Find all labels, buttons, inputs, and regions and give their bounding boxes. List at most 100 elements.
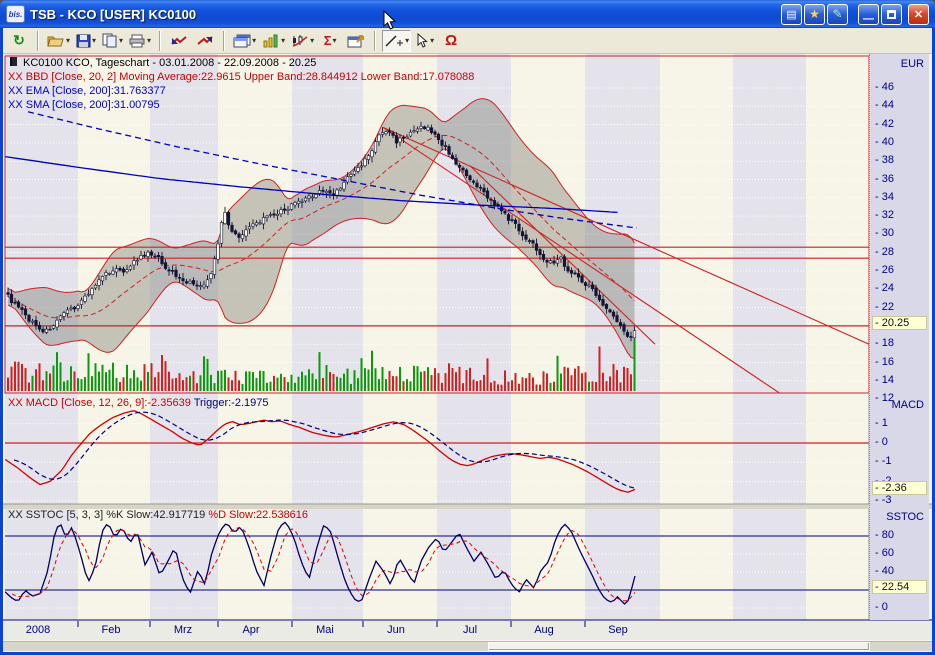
axis-tick-label: - 28: [875, 245, 894, 258]
toolbar: ↻ ▾ ▾ ▾ ▾ ▾ ▾ ▾ Σ ▾ ▾ ▾ Ω: [3, 28, 932, 54]
axis-tick-label: - 1: [875, 416, 888, 429]
app-icon: bis.: [6, 5, 25, 23]
print-button[interactable]: ▾: [127, 30, 153, 52]
month-label: Aug: [534, 624, 554, 636]
month-label: Mai: [316, 624, 334, 636]
pointer-button[interactable]: ▾: [413, 30, 437, 52]
pointer-icon: [417, 33, 428, 48]
axis-tick-label: - 12: [875, 392, 894, 405]
refresh-icon: ↻: [13, 32, 25, 48]
chart-forward-button[interactable]: [193, 30, 217, 52]
chart-canvas: [3, 54, 932, 640]
close-icon: ✕: [913, 8, 924, 21]
window-title: TSB - KCO [USER] KC0100: [30, 6, 197, 22]
horizontal-scrollbar[interactable]: [3, 641, 932, 651]
pencil-icon: ✎: [832, 7, 843, 21]
axis-tick-label: - -3: [875, 493, 892, 506]
value-axis-column: EUR MACD SSTOC - 46 - 44 - 42 - 40 - 38 - 36 -…: [869, 54, 929, 620]
minimize-button[interactable]: —: [858, 3, 879, 25]
line-tool-icon: [385, 34, 404, 47]
series-icon: [10, 57, 17, 66]
current-price-badge: - 20.25: [872, 315, 927, 330]
layout-button[interactable]: ▾: [231, 30, 258, 52]
chart-back-icon: [171, 36, 187, 45]
month-label: Mrz: [173, 624, 193, 636]
indicators-button[interactable]: ▾: [289, 30, 316, 52]
magnet-icon: Ω: [445, 32, 458, 49]
main-legend-title[interactable]: KC0100 KCO, Tageschart - 03.01.2008 - 22…: [10, 57, 316, 70]
sstoc-legend[interactable]: XX SSTOC [5, 3, 3] %K Slow:42.917719 %D …: [8, 509, 308, 522]
axis-tick-label: - 40: [875, 565, 894, 577]
dropdown-icon: ▾: [147, 36, 152, 45]
dropdown-icon: ▾: [119, 36, 124, 45]
dropdown-icon: ▾: [281, 36, 286, 45]
save-icon: [76, 34, 91, 47]
sstoc-legend-d: %D Slow:22.538616: [208, 509, 309, 521]
save-button[interactable]: ▾: [74, 30, 98, 52]
axis-tick-label: - 42: [875, 117, 894, 130]
sstoc-axis-header: SSTOC: [886, 511, 924, 523]
favorites-button[interactable]: ★: [804, 3, 825, 25]
copy-button[interactable]: ▾: [100, 30, 125, 52]
minimize-icon: —: [863, 12, 874, 25]
axis-tick-label: - 0: [875, 436, 888, 448]
panels-button[interactable]: ▤: [781, 3, 802, 25]
axis-tick-label: - 80: [875, 529, 894, 541]
macd-legend-trigger: Trigger:-2.1975: [193, 397, 269, 409]
toolbar-separator: [374, 30, 377, 51]
chart-forward-icon: [197, 36, 213, 45]
copy-icon: [102, 33, 117, 48]
titlebar[interactable]: bis. TSB - KCO [USER] KC0100 ▤ ★ ✎ — ✕: [0, 0, 935, 28]
dropdown-icon: ▾: [252, 36, 257, 45]
main-legend-sma[interactable]: XX SMA [Close, 200]:31.00795: [8, 99, 160, 112]
scrollbar-thumb[interactable]: [488, 642, 870, 651]
current-macd-badge: - -2.36: [872, 480, 927, 495]
maximize-icon: [887, 9, 896, 19]
axis-tick-label: - 34: [875, 190, 894, 203]
properties-icon: [347, 34, 365, 47]
line-tool-button[interactable]: ▾: [382, 29, 412, 52]
chart-back-button[interactable]: [167, 30, 191, 52]
dropdown-icon: ▾: [405, 36, 410, 45]
axis-tick-label: - 26: [875, 264, 894, 276]
maximize-button[interactable]: [881, 3, 902, 25]
price-axis-header: EUR: [900, 58, 924, 70]
dropdown-icon: ▾: [310, 36, 315, 45]
periods-button[interactable]: ▾: [260, 30, 287, 52]
macd-axis-header: MACD: [891, 399, 924, 411]
open-button[interactable]: ▾: [45, 30, 72, 52]
dropdown-icon: ▾: [92, 36, 97, 45]
month-label: Jul: [462, 624, 478, 636]
month-label: Jun: [387, 624, 405, 636]
star-icon: ★: [809, 7, 820, 21]
axis-tick-label: - 30: [875, 227, 894, 240]
open-folder-icon: [47, 36, 64, 46]
axis-tick-label: - -1: [875, 455, 892, 468]
chart-area[interactable]: KC0100 KCO, Tageschart - 03.01.2008 - 22…: [3, 54, 932, 652]
sigma-icon: Σ: [323, 33, 332, 48]
properties-button[interactable]: [344, 30, 368, 52]
macd-legend[interactable]: XX MACD [Close, 12, 26, 9]:-2.35639 Trig…: [8, 397, 269, 410]
axis-tick-label: - 16: [875, 355, 894, 368]
main-legend-ema[interactable]: XX EMA [Close, 200]:31.763377: [8, 85, 166, 98]
edit-button[interactable]: ✎: [827, 3, 848, 25]
layout-icon: [233, 34, 251, 47]
axis-tick-label: - 36: [875, 172, 894, 185]
indicators-icon: [292, 34, 308, 47]
current-sstoc-badge: - 22.54: [872, 579, 927, 594]
panels-icon: ▤: [786, 8, 797, 21]
close-button[interactable]: ✕: [908, 3, 929, 25]
main-legend-bbd[interactable]: XX BBD [Close, 20, 2] Moving Average:22.…: [8, 71, 474, 84]
magnet-button[interactable]: Ω: [439, 30, 463, 52]
axis-tick-label: - 0: [875, 601, 888, 613]
axis-tick-label: - 14: [875, 373, 894, 386]
refresh-button[interactable]: ↻: [7, 30, 31, 52]
mouse-cursor: [383, 10, 397, 30]
axis-tick-label: - 38: [875, 154, 894, 167]
axis-tick-label: - 40: [875, 135, 894, 148]
app-window: bis. TSB - KCO [USER] KC0100 ▤ ★ ✎ — ✕ ↻…: [0, 0, 935, 655]
dropdown-icon: ▾: [332, 36, 337, 45]
formulas-button[interactable]: Σ ▾: [318, 30, 342, 52]
month-label: Feb: [101, 624, 121, 636]
month-label: 2008: [25, 624, 51, 636]
